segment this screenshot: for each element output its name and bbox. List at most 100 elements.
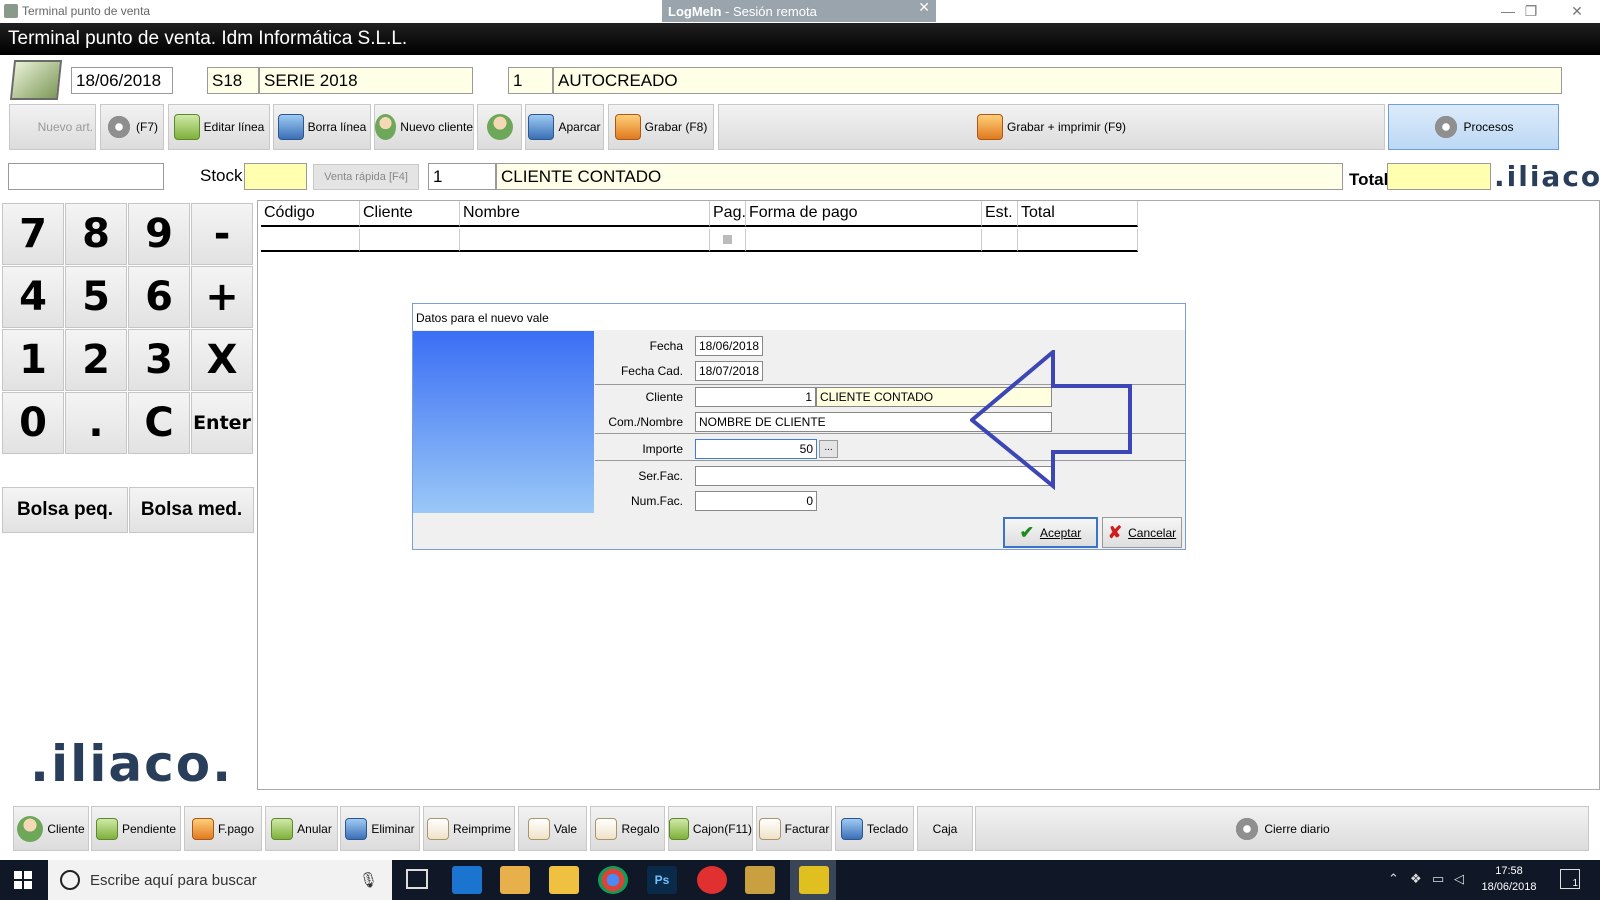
search-client-button[interactable] — [477, 104, 522, 150]
notifications-icon[interactable]: 1 — [1560, 869, 1580, 889]
importe-more-button[interactable]: ... — [819, 440, 838, 458]
date-field[interactable]: 18/06/2018 — [71, 67, 173, 94]
keypad-key-9[interactable]: 9 — [128, 203, 190, 265]
editar-linea-button[interactable]: Editar línea — [168, 104, 270, 150]
nuevo-art-label: Nuevo art. — [37, 120, 93, 134]
keypad-key-5[interactable]: 5 — [65, 266, 127, 328]
doc-number-field[interactable]: 1 — [508, 67, 553, 94]
col-pag[interactable]: Pag. — [710, 201, 746, 227]
cliente-number-field[interactable]: 1 — [695, 387, 816, 407]
mail-app-icon[interactable] — [500, 866, 530, 894]
serie-code-field[interactable]: S18 — [207, 67, 259, 94]
col-total[interactable]: Total — [1018, 201, 1138, 227]
teclado-button[interactable]: Teclado — [835, 806, 914, 851]
volume-icon[interactable]: ◁ — [1454, 871, 1464, 887]
logmein-app-icon[interactable] — [799, 866, 829, 894]
grabar-button[interactable]: Grabar (F8) — [608, 104, 714, 150]
fpago-button[interactable]: F.pago — [184, 806, 262, 851]
regalo-button[interactable]: Regalo — [590, 806, 665, 851]
cierre-diario-button[interactable]: Cierre diario — [975, 806, 1589, 851]
restore-button[interactable]: ❐ — [1508, 0, 1554, 23]
photoshop-icon[interactable]: Ps — [647, 866, 677, 894]
save-icon — [614, 114, 641, 140]
doc-status-field: AUTOCREADO — [553, 67, 1562, 94]
keypad-key-enter[interactable]: Enter — [191, 392, 253, 454]
table-row-cell[interactable] — [710, 229, 746, 252]
caja-button[interactable]: Caja — [917, 806, 973, 851]
keypad-key-clear[interactable]: C — [128, 392, 190, 454]
taskbar-search[interactable]: Escribe aquí para buscar 🎙 — [48, 860, 392, 900]
client-number-field[interactable]: 1 — [428, 163, 496, 190]
col-forma-pago[interactable]: Forma de pago — [746, 201, 982, 227]
col-nombre[interactable]: Nombre — [460, 201, 710, 227]
procesos-button[interactable]: Procesos — [1388, 104, 1559, 150]
file-explorer-icon[interactable] — [549, 866, 579, 894]
keypad-key-minus[interactable]: - — [191, 203, 253, 265]
task-view-icon[interactable] — [406, 869, 428, 889]
keypad-key-7[interactable]: 7 — [2, 203, 64, 265]
keypad-key-2[interactable]: 2 — [65, 329, 127, 391]
keypad-key-8[interactable]: 8 — [65, 203, 127, 265]
network-icon[interactable]: ▭ — [1432, 871, 1444, 887]
logmein-brand: LogMeIn — [668, 4, 722, 19]
grabar-imprimir-button[interactable]: Grabar + imprimir (F9) — [718, 104, 1385, 150]
fecha-field[interactable]: 18/06/2018 — [695, 336, 763, 356]
bolsa-med-button[interactable]: Bolsa med. — [129, 487, 254, 533]
dx-app-icon[interactable] — [697, 866, 727, 894]
aceptar-label: Aceptar — [1039, 525, 1082, 540]
table-row-cell[interactable] — [360, 229, 460, 252]
checkbox-icon[interactable] — [723, 235, 732, 244]
keypad-key-plus[interactable]: + — [191, 266, 253, 328]
table-row-cell[interactable] — [261, 229, 360, 252]
taskbar-clock[interactable]: 17:58 18/06/2018 — [1474, 863, 1544, 895]
col-codigo[interactable]: Código — [261, 201, 360, 227]
importe-field[interactable]: 50 — [695, 439, 817, 459]
fecha-cad-label: Fecha Cad. — [620, 364, 683, 378]
nuevo-art-button[interactable]: Nuevo art. — [9, 104, 96, 150]
edge-icon[interactable] — [452, 866, 482, 894]
keypad-key-multiply[interactable]: X — [191, 329, 253, 391]
aceptar-button[interactable]: ✔ Aceptar — [1003, 517, 1098, 548]
eliminar-button[interactable]: Eliminar — [340, 806, 420, 851]
close-button[interactable]: ✕ — [1554, 0, 1600, 23]
num-fac-field[interactable]: 0 — [695, 491, 817, 511]
anular-button[interactable]: Anular — [265, 806, 338, 851]
cliente-label: Cliente — [645, 390, 683, 404]
borra-linea-button[interactable]: Borra línea — [273, 104, 371, 150]
reimprime-button[interactable]: Reimprime — [423, 806, 515, 851]
nuevo-cliente-button[interactable]: Nuevo cliente — [374, 104, 474, 150]
edit-line-icon — [173, 114, 200, 140]
tray-chevron-icon[interactable]: ⌃ — [1388, 871, 1399, 887]
venta-rapida-button[interactable]: Venta rápida [F4] — [313, 164, 419, 190]
chrome-icon[interactable] — [598, 866, 628, 894]
col-est[interactable]: Est. — [982, 201, 1018, 227]
keypad-key-6[interactable]: 6 — [128, 266, 190, 328]
keypad-key-1[interactable]: 1 — [2, 329, 64, 391]
cliente-button[interactable]: Cliente — [13, 806, 89, 851]
keypad-key-dot[interactable]: . — [65, 392, 127, 454]
facturar-button[interactable]: Facturar — [756, 806, 832, 851]
table-row-cell[interactable] — [746, 229, 982, 252]
table-row-cell[interactable] — [460, 229, 710, 252]
aparcar-button[interactable]: Aparcar — [525, 104, 604, 150]
dropbox-icon[interactable]: ❖ — [1410, 871, 1422, 887]
fecha-cad-field[interactable]: 18/07/2018 — [695, 361, 763, 381]
keypad-key-3[interactable]: 3 — [128, 329, 190, 391]
windows-start-icon[interactable] — [14, 871, 32, 889]
logmein-close-icon[interactable]: ✕ — [918, 0, 930, 16]
col-cliente[interactable]: Cliente — [360, 201, 460, 227]
table-row-cell[interactable] — [982, 229, 1018, 252]
pendiente-button[interactable]: Pendiente — [91, 806, 181, 851]
cancelar-button[interactable]: ✘ Cancelar — [1102, 517, 1182, 548]
f7-button[interactable]: (F7) — [100, 104, 164, 150]
article-search-input[interactable] — [8, 163, 164, 190]
taskbar-search-placeholder: Escribe aquí para buscar — [90, 871, 257, 889]
tpv-app-icon[interactable] — [745, 866, 775, 894]
keypad-key-0[interactable]: 0 — [2, 392, 64, 454]
table-row-cell[interactable] — [1018, 229, 1138, 252]
vale-button[interactable]: Vale — [518, 806, 587, 851]
bolsa-peq-button[interactable]: Bolsa peq. — [2, 487, 128, 533]
microphone-icon[interactable]: 🎙 — [359, 871, 378, 889]
keypad-key-4[interactable]: 4 — [2, 266, 64, 328]
cajon-button[interactable]: Cajon(F11) — [668, 806, 753, 851]
